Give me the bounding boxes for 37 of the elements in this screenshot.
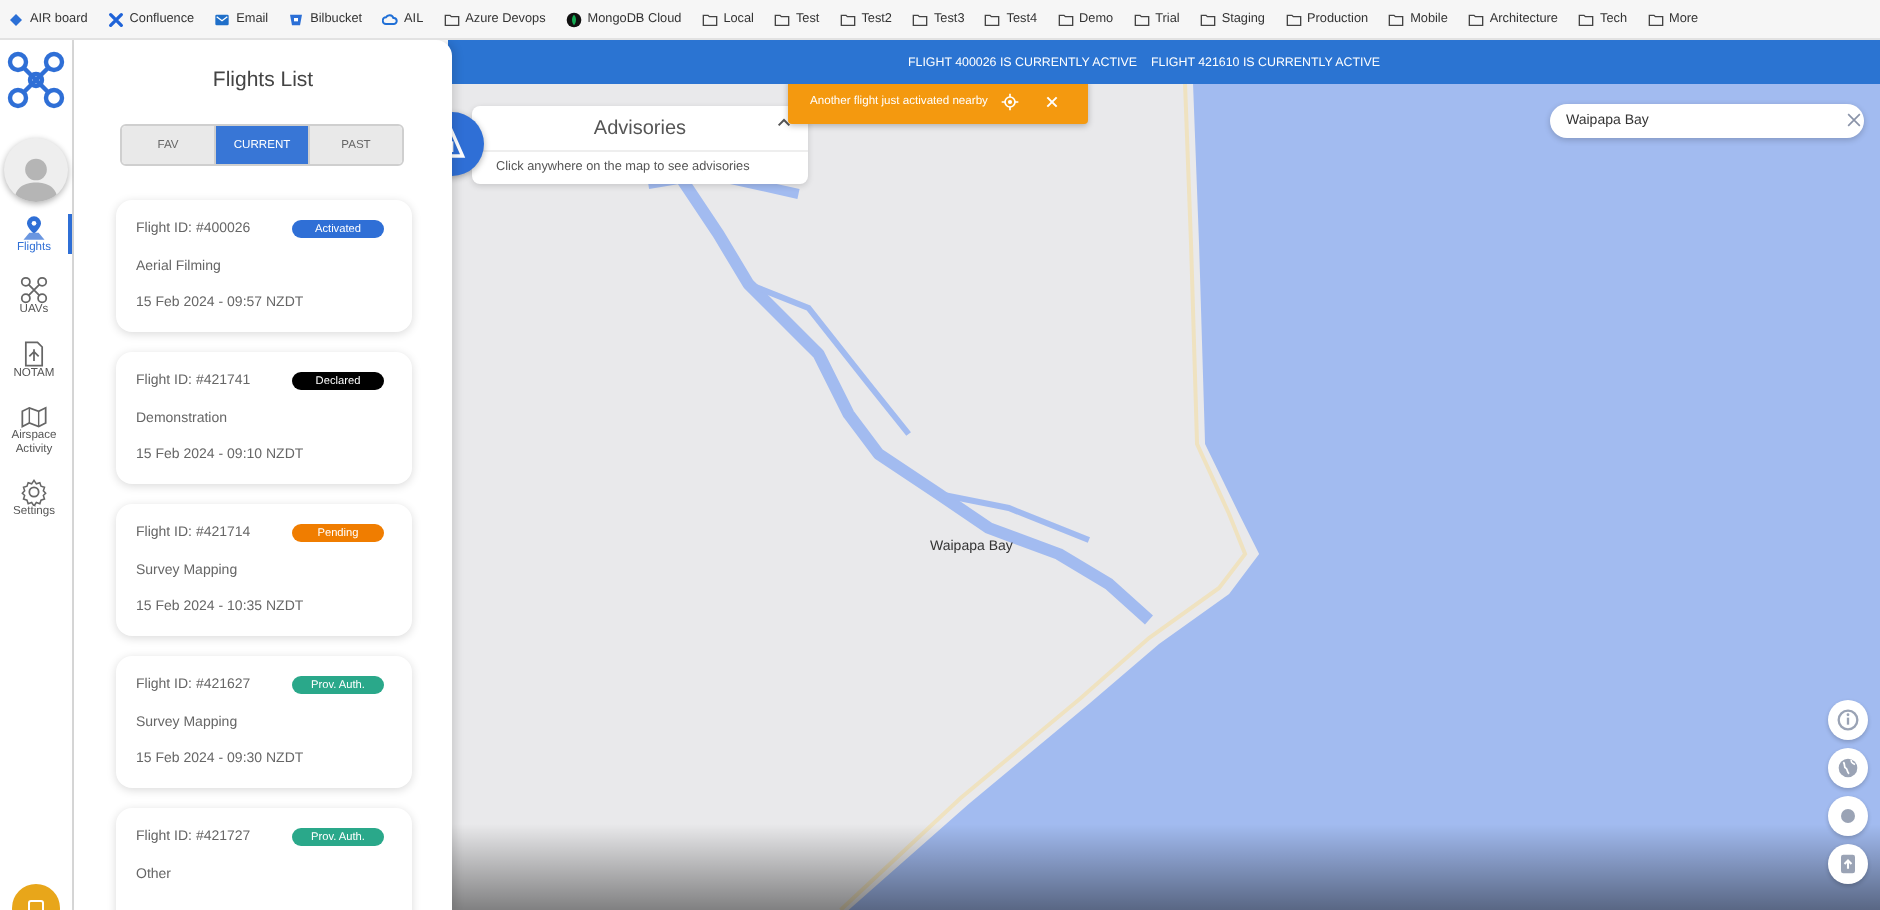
- folder-icon: [1647, 11, 1663, 27]
- globe-icon: [1834, 754, 1862, 782]
- diamond-icon: [8, 11, 24, 27]
- cloud-icon: [382, 11, 399, 27]
- mail-icon: [214, 11, 231, 27]
- map-icon: [20, 402, 48, 431]
- drone-icon: [20, 276, 48, 305]
- folder-icon: [911, 11, 928, 27]
- bucket-icon: [288, 11, 305, 27]
- close-button[interactable]: [1043, 93, 1060, 109]
- folder-icon: [1057, 11, 1074, 27]
- close-icon: [1844, 110, 1864, 130]
- leaf-icon: [565, 11, 582, 27]
- folder-icon: [443, 11, 460, 27]
- folder-icon: [1285, 11, 1301, 27]
- avatar[interactable]: [4, 138, 68, 202]
- close-icon: [1043, 93, 1060, 109]
- cross-icon: [107, 11, 124, 27]
- folder-icon: [1467, 11, 1484, 27]
- folder-icon: [1388, 11, 1405, 27]
- crosshair-icon: [999, 91, 1020, 111]
- document-icon: [20, 339, 48, 368]
- settings-icon: [20, 477, 48, 506]
- chevron-icon: [776, 116, 792, 132]
- folder-icon: [1199, 11, 1216, 27]
- clear-button[interactable]: [1844, 110, 1864, 130]
- drone-logo: [6, 50, 66, 110]
- folder-icon: [701, 11, 718, 27]
- folder-icon: [984, 11, 1001, 27]
- folder-icon: [1578, 11, 1594, 27]
- folder-icon: [839, 11, 856, 27]
- info-icon: [1834, 706, 1862, 734]
- folder-icon: [773, 11, 790, 27]
- folder-icon: [1133, 11, 1150, 27]
- map-pin-icon: [20, 214, 48, 242]
- panel-title: Flights List: [210, 68, 316, 92]
- advisories-title: Advisories: [593, 117, 687, 139]
